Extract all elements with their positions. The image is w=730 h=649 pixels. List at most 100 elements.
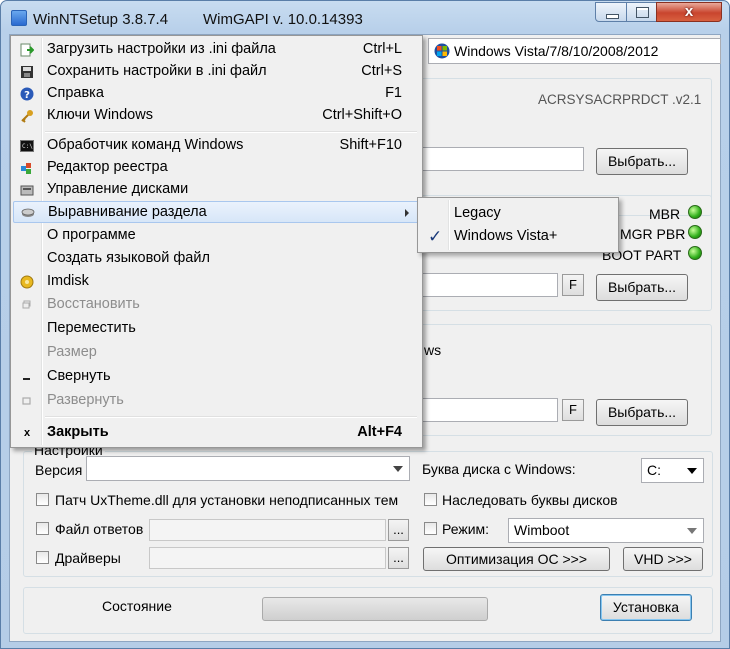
checkmark-icon: ✓	[428, 227, 443, 246]
menu-item-label: Переместить	[47, 320, 136, 336]
menu-item-disk-management[interactable]: Управление дисками	[13, 179, 420, 201]
install-format-button[interactable]: F	[562, 399, 584, 421]
app-icon	[11, 10, 27, 26]
uxtheme-label: Патч UxTheme.dll для установки неподписа…	[55, 492, 399, 508]
menu-item-shortcut: F1	[385, 85, 402, 101]
menu-item-close[interactable]: x Закрыть Alt+F4	[13, 422, 420, 444]
answer-file-browse-button[interactable]: ...	[388, 519, 409, 541]
optimize-os-button[interactable]: Оптимизация ОС >>>	[423, 547, 610, 571]
drivers-browse-button[interactable]: ...	[388, 547, 409, 569]
key-icon	[21, 110, 33, 123]
app-window: WinNTSetup 3.8.7.4 WimGAPI v. 10.0.14393…	[0, 0, 730, 649]
close-icon: x	[684, 3, 694, 20]
drive-letter-label: Буква диска с Windows:	[422, 461, 576, 477]
save-icon	[21, 66, 33, 78]
mgr-pbr-status-led	[688, 225, 702, 239]
uxtheme-checkbox[interactable]	[36, 493, 49, 506]
mode-label: Режим:	[442, 521, 490, 537]
menu-item-label: О программе	[47, 227, 136, 243]
mode-checkbox[interactable]	[424, 522, 437, 535]
wimgapi-version: WimGAPI v. 10.0.14393	[203, 11, 363, 28]
menu-item-minimize[interactable]: Свернуть	[13, 366, 420, 388]
submenu-item-label: Legacy	[454, 205, 501, 221]
menu-item-shortcut: Ctrl+L	[362, 41, 402, 57]
drivers-label: Драйверы	[55, 550, 121, 566]
menu-item-windows-keys[interactable]: Ключи Windows Ctrl+Shift+O	[13, 105, 420, 127]
minimize-icon	[23, 378, 30, 380]
maximize-button[interactable]	[626, 2, 657, 22]
svg-text:C:\: C:\	[22, 143, 33, 150]
menu-item-move[interactable]: Переместить	[13, 318, 420, 340]
restore-icon	[22, 300, 31, 309]
menu-item-label: Сохранить настройки в .ini файл	[47, 63, 267, 79]
menu-item-registry-editor[interactable]: Редактор реестра	[13, 157, 420, 179]
menu-item-size[interactable]: Размер	[13, 342, 420, 364]
menu-item-label: Свернуть	[47, 368, 111, 384]
boot-part-status-led	[688, 246, 702, 260]
window-title: WinNTSetup 3.8.7.4	[33, 11, 169, 28]
source-select-button[interactable]: Выбрать...	[596, 148, 688, 175]
menu-item-label: Закрыть	[47, 424, 109, 440]
submenu-item-label: Windows Vista+	[454, 228, 558, 244]
menu-item-about[interactable]: О программе	[13, 225, 420, 247]
menu-item-label: Ключи Windows	[47, 107, 153, 123]
os-selector-value: Windows Vista/7/8/10/2008/2012	[454, 43, 659, 59]
version-label: Версия	[35, 462, 83, 478]
imdisk-icon	[20, 275, 34, 289]
menu-item-command-prompt[interactable]: C:\ Обработчик команд Windows Shift+F10	[13, 135, 420, 157]
minimize-icon	[606, 14, 619, 19]
answer-file-label: Файл ответов	[55, 521, 144, 537]
answer-file-input[interactable]	[149, 519, 386, 541]
chevron-down-icon	[687, 468, 697, 474]
menu-item-label: Загрузить настройки из .ini файла	[47, 41, 276, 57]
menu-item-save-settings[interactable]: Сохранить настройки в .ini файл Ctrl+S	[13, 61, 420, 83]
inherit-letters-checkbox[interactable]	[424, 493, 437, 506]
submenu-item-legacy[interactable]: Legacy	[420, 203, 616, 225]
install-drive-input[interactable]	[422, 398, 558, 422]
close-icon: x	[23, 427, 31, 439]
menu-item-label: Справка	[47, 85, 104, 101]
partition-alignment-submenu: Legacy ✓ Windows Vista+	[417, 197, 619, 253]
menu-item-shortcut: Alt+F4	[357, 424, 402, 440]
menu-item-create-language-file[interactable]: Создать языковой файл	[13, 248, 420, 270]
menu-item-help[interactable]: ? Справка F1	[13, 83, 420, 105]
version-combo[interactable]	[86, 456, 410, 481]
minimize-button[interactable]	[595, 2, 627, 22]
drivers-input[interactable]	[149, 547, 386, 569]
progress-bar	[262, 597, 488, 621]
menu-item-label: Выравнивание раздела	[48, 204, 207, 220]
boot-format-button[interactable]: F	[562, 274, 584, 296]
load-icon	[20, 43, 34, 57]
install-button[interactable]: Установка	[600, 594, 692, 621]
chevron-down-icon	[393, 466, 403, 472]
menu-item-imdisk[interactable]: Imdisk	[13, 271, 420, 293]
boot-drive-input[interactable]	[422, 273, 558, 297]
source-id-text: ACRSYSACRPRDCT .v2.1	[538, 92, 702, 107]
menu-item-label: Создать языковой файл	[47, 250, 210, 266]
vhd-button[interactable]: VHD >>>	[623, 547, 703, 571]
drive-letter-combo[interactable]: C:	[641, 458, 704, 483]
inherit-letters-label: Наследовать буквы дисков	[442, 492, 618, 508]
close-button[interactable]: x	[656, 2, 722, 22]
menu-item-load-settings[interactable]: Загрузить настройки из .ini файла Ctrl+L	[13, 39, 420, 61]
answer-file-checkbox[interactable]	[36, 522, 49, 535]
drivers-checkbox[interactable]	[36, 551, 49, 564]
submenu-arrow-icon	[405, 209, 409, 217]
os-selector[interactable]: Windows Vista/7/8/10/2008/2012	[428, 38, 721, 64]
menu-item-label: Восстановить	[47, 296, 140, 312]
submenu-item-windows-vista[interactable]: ✓ Windows Vista+	[420, 226, 616, 248]
title-bar[interactable]: WinNTSetup 3.8.7.4 WimGAPI v. 10.0.14393…	[1, 1, 729, 35]
source-path-input[interactable]	[422, 147, 584, 171]
menu-item-maximize[interactable]: Развернуть	[13, 390, 420, 412]
boot-select-button[interactable]: Выбрать...	[596, 274, 688, 301]
mbr-label: MBR	[649, 206, 681, 222]
install-drive-partial-label: ws	[424, 342, 442, 358]
menu-item-restore[interactable]: Восстановить	[13, 294, 420, 316]
menu-item-partition-alignment[interactable]: Выравнивание раздела	[13, 201, 420, 223]
help-icon: ?	[20, 87, 34, 101]
mode-value: Wimboot	[514, 522, 570, 538]
drive-letter-value: C:	[647, 462, 661, 478]
mbr-status-led	[688, 205, 702, 219]
mode-combo[interactable]: Wimboot	[508, 518, 704, 543]
install-select-button[interactable]: Выбрать...	[596, 399, 688, 426]
